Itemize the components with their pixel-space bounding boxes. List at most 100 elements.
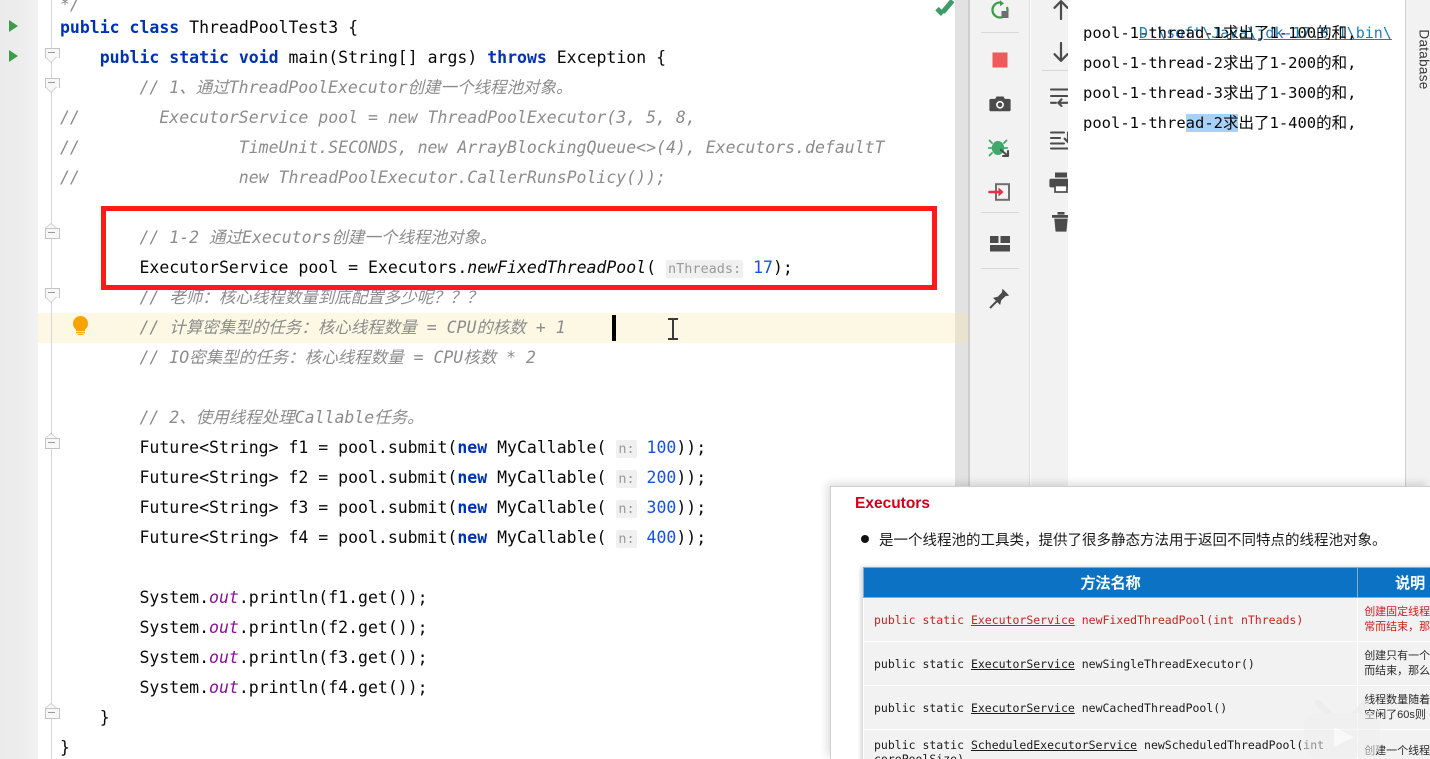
code-line[interactable]: } <box>0 733 968 759</box>
code-line[interactable]: System.out.println(f1.get()); <box>0 583 968 613</box>
table-header-method: 方法名称 <box>862 567 1359 598</box>
toolbar-separator <box>981 212 1019 213</box>
code-token: out <box>209 678 239 697</box>
code-token: // IO密集型的任务：核心线程数量 = CPU核数 * 2 <box>60 348 536 367</box>
code-token: new <box>457 438 498 457</box>
code-token: 300 <box>646 498 677 517</box>
code-token: Future<String> f4 = pool.submit( <box>60 528 458 547</box>
code-token: // 计算密集型的任务：核心线程数量 = CPU的核数 + 1 <box>60 318 566 337</box>
code-line[interactable]: System.out.println(f4.get()); <box>0 673 968 703</box>
code-line[interactable]: System.out.println(f2.get()); <box>0 613 968 643</box>
console-line-text: pool-1-thread-3求出了1-300的和, <box>1083 84 1357 102</box>
stop-icon[interactable] <box>982 42 1018 78</box>
table-cell-method: public static ExecutorService newFixedTh… <box>862 597 1359 642</box>
scrollbar-current-line-marker <box>955 313 968 343</box>
debug-icon[interactable] <box>982 130 1018 166</box>
table-header-row: 方法名称 说明 <box>862 567 1430 598</box>
code-token: // 1、通过ThreadPoolExecutor创建一个线程池对象。 <box>60 78 573 97</box>
code-line[interactable]: // ExecutorService pool = new ThreadPool… <box>0 103 968 133</box>
code-token: n: <box>616 500 637 518</box>
export-icon[interactable] <box>982 174 1018 210</box>
code-token: newFixedThreadPool <box>467 258 647 277</box>
console-path-line[interactable]: D:\soft\Java\jdk-17.0.1\bin\ <box>1083 0 1406 42</box>
code-line[interactable]: // 1-2 通过Executors创建一个线程池对象。 <box>0 223 968 253</box>
code-token: // TimeUnit.SECONDS, new ArrayBlockingQu… <box>60 138 885 157</box>
camera-icon[interactable] <box>982 86 1018 122</box>
code-token: static <box>169 48 239 67</box>
code-token: .println(f2.get()); <box>238 618 428 637</box>
code-text[interactable]: */public class ThreadPoolTest3 { public … <box>0 0 968 759</box>
run-toolbar-primary[interactable] <box>970 0 1030 510</box>
table-header-desc: 说明 <box>1357 567 1430 598</box>
code-token: (String[] args) <box>328 48 488 67</box>
code-token: throws <box>487 48 557 67</box>
code-token: )); <box>676 468 707 487</box>
code-line[interactable]: // 计算密集型的任务：核心线程数量 = CPU的核数 + 1 <box>0 313 968 343</box>
console-line[interactable]: pool-1-thread-2求出了1-200的和, <box>1083 48 1406 78</box>
code-line[interactable]: Future<String> f3 = pool.submit(new MyCa… <box>0 493 968 523</box>
code-line[interactable]: ExecutorService pool = Executors.newFixe… <box>0 253 968 283</box>
console-line-text: pool-1-thread-2求出了1-200的和, <box>1083 54 1357 72</box>
code-line[interactable]: public class ThreadPoolTest3 { <box>0 13 968 43</box>
code-line[interactable]: Future<String> f2 = pool.submit(new MyCa… <box>0 463 968 493</box>
code-line[interactable] <box>0 553 968 583</box>
code-token: Future<String> f1 = pool.submit( <box>60 438 458 457</box>
rerun-icon[interactable] <box>982 0 1018 28</box>
code-token: System. <box>60 648 210 667</box>
slide-title: Executors <box>855 495 930 512</box>
table-cell-description: 线程数量随着 空闲了60s则 <box>1357 685 1430 730</box>
console-line[interactable]: pool-1-thread-2求出了1-400的和, <box>1083 108 1406 138</box>
code-token: System. <box>60 588 210 607</box>
code-token: class <box>129 18 190 37</box>
code-token: MyCallable( <box>497 468 617 487</box>
code-token: 200 <box>646 468 677 487</box>
tool-window-tab-database[interactable]: Database <box>1406 0 1430 489</box>
code-token: MyCallable( <box>497 528 617 547</box>
code-token: nThreads: <box>665 260 744 278</box>
code-line[interactable]: Future<String> f1 = pool.submit(new MyCa… <box>0 433 968 463</box>
code-token: // 老师：核心线程数量到底配置多少呢？？？ <box>60 288 483 307</box>
code-line[interactable] <box>0 373 968 403</box>
code-token: System. <box>60 678 210 697</box>
console-line[interactable]: pool-1-thread-1求出了1-100的和, <box>1083 18 1406 48</box>
code-line[interactable] <box>0 193 968 223</box>
code-line[interactable]: // TimeUnit.SECONDS, new ArrayBlockingQu… <box>0 133 968 163</box>
code-line[interactable]: // 老师：核心线程数量到底配置多少呢？？？ <box>0 283 968 313</box>
code-line[interactable]: public static void main(String[] args) t… <box>0 43 968 73</box>
code-line[interactable]: // IO密集型的任务：核心线程数量 = CPU核数 * 2 <box>0 343 968 373</box>
layout-icon[interactable] <box>982 226 1018 262</box>
pin-icon[interactable] <box>982 280 1018 316</box>
code-token: .println(f1.get()); <box>238 588 428 607</box>
code-line[interactable]: // new ThreadPoolExecutor.CallerRunsPoli… <box>0 163 968 193</box>
code-token: System. <box>60 618 210 637</box>
mouse-ibeam-cursor <box>668 318 678 340</box>
code-token: Exception { <box>556 48 667 67</box>
scrollbar-thumb[interactable] <box>955 0 968 510</box>
code-token: public <box>60 18 130 37</box>
code-line[interactable]: // 1、通过ThreadPoolExecutor创建一个线程池对象。 <box>0 73 968 103</box>
code-editor[interactable]: */public class ThreadPoolTest3 { public … <box>0 0 968 759</box>
code-line[interactable]: } <box>0 703 968 733</box>
code-token: ExecutorService pool = Executors. <box>60 258 468 277</box>
console-line[interactable]: pool-1-thread-3求出了1-300的和, <box>1083 78 1406 108</box>
console-output[interactable]: D:\soft\Java\jdk-17.0.1\bin\ pool-1-thre… <box>1068 0 1406 489</box>
code-token: ( <box>646 258 666 277</box>
code-token: )); <box>676 528 707 547</box>
toolbar-separator <box>981 32 1019 33</box>
code-token: .println(f4.get()); <box>238 678 428 697</box>
code-token: .println(f3.get()); <box>238 648 428 667</box>
code-token: out <box>209 648 239 667</box>
slide-popup[interactable]: Executors 是一个线程池的工具类，提供了很多静态方法用于返回不同特点的线… <box>830 486 1430 759</box>
code-token: Future<String> f2 = pool.submit( <box>60 468 458 487</box>
code-token: n: <box>616 530 637 548</box>
code-line[interactable]: System.out.println(f3.get()); <box>0 643 968 673</box>
code-line[interactable]: Future<String> f4 = pool.submit(new MyCa… <box>0 523 968 553</box>
table-row: public static ScheduledExecutorService n… <box>862 729 1430 759</box>
table-cell-description: 创建一个线程 <box>1357 729 1430 759</box>
code-token: new <box>457 498 498 517</box>
code-line[interactable]: // 2、使用线程处理Callable任务。 <box>0 403 968 433</box>
toolbar-separator <box>981 268 1019 269</box>
code-token: MyCallable( <box>497 498 617 517</box>
code-token: out <box>209 588 239 607</box>
